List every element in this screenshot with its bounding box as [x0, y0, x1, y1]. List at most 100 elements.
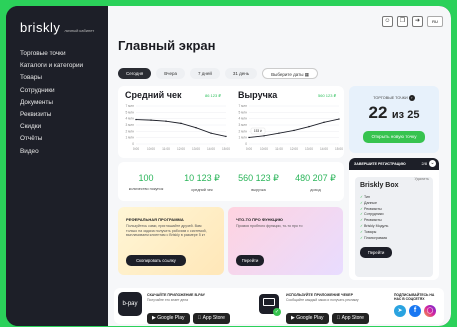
checker-text: Сообщайте каждый заказ и получать реклам… — [286, 298, 359, 302]
data-point — [248, 136, 250, 139]
sidebar-item-reports[interactable]: Отчёты — [20, 133, 83, 145]
x-tick-label: 11:00 — [275, 147, 283, 151]
sidebar: briskly личный кабинет Торговые точки Ка… — [6, 6, 108, 326]
data-point — [210, 132, 212, 134]
calendar-icon: ▦ — [304, 72, 309, 77]
data-point — [293, 129, 295, 132]
y-tick-label: 1 млн — [126, 136, 135, 140]
points-label-text: ТОРГОВЫЕ ТОЧКИ — [373, 96, 408, 100]
registration-card: ЗАВЕРШИТЕ РЕГИСТРАЦИЮ 2/8 ⌄ Briskly Box … — [349, 158, 439, 280]
stat-revenue-value: 560 123 ₽ — [238, 173, 279, 183]
logout-icon[interactable]: ➜ — [412, 16, 423, 27]
checker-apple-label: App Store — [336, 315, 364, 321]
registration-label: ЗАВЕРШИТЕ РЕГИСТРАЦИЮ — [354, 162, 406, 166]
points-counter: 22 из 25 — [349, 103, 439, 123]
revenue-title: Выручка — [238, 90, 278, 100]
y-tick-label: 0 — [245, 142, 247, 146]
y-tick-label: 5 млн — [126, 110, 135, 114]
referral-title: РЕФЕРАЛЬНАЯ ПРОГРАММА — [126, 217, 184, 222]
stat-avg-check: 10 123 ₽ средний чек — [174, 162, 230, 201]
stat-revenue-label: выручка — [251, 188, 266, 192]
checker-icon — [263, 298, 275, 306]
instagram-icon[interactable]: ◯ — [424, 305, 436, 317]
stat-avg-check-value: 10 123 ₽ — [184, 173, 220, 183]
check-icon: ✓ — [273, 308, 281, 316]
bpay-title: СКАЧАЙТЕ ПРИЛОЖЕНИЕ B-PAY — [147, 293, 206, 297]
chevron-down-icon[interactable]: ⌄ — [429, 160, 436, 167]
avg-check-chart: 7 млн 5 млн 4 млн 3 млн 2 млн 1 млн 00:00 10:00… — [126, 104, 230, 151]
x-tick-label: 0:00 — [246, 147, 252, 151]
filter-yesterday[interactable]: Вчера — [156, 68, 185, 79]
stat-income-value: 480 207 ₽ — [295, 173, 336, 183]
filter-31-days[interactable]: 31 день — [224, 68, 258, 79]
checker-logo: ✓ — [259, 294, 281, 316]
registration-go-button[interactable]: Перейти — [360, 247, 392, 258]
copy-link-button[interactable]: Скопировать ссылку — [126, 255, 186, 266]
series-line — [135, 119, 227, 137]
registration-delete[interactable]: Удалить — [415, 177, 430, 181]
apple-icon:  — [198, 315, 202, 321]
x-tick-label: 14:00 — [207, 147, 215, 151]
y-tick-label: 7 млн — [239, 104, 248, 108]
filter-date-picker[interactable]: Выберите даты ▦ — [262, 68, 318, 79]
sidebar-item-requisites[interactable]: Реквизиты — [20, 109, 83, 121]
open-point-button[interactable]: Открыть новую точку — [363, 131, 425, 143]
avg-check-title: Средний чек — [125, 90, 182, 100]
page-title: Главный экран — [118, 38, 216, 53]
telegram-icon[interactable]: ➤ — [394, 305, 406, 317]
checker-google-play[interactable]: ▶ Google Play — [286, 313, 329, 324]
language-selector[interactable]: RU — [427, 16, 443, 27]
brand-logo[interactable]: briskly личный кабинет — [20, 20, 94, 35]
bpay-app-store[interactable]:  App Store — [192, 313, 230, 324]
data-point — [180, 122, 182, 125]
avg-check-change: 86 123 ₽ — [205, 93, 221, 98]
data-point — [338, 118, 340, 120]
sidebar-item-video[interactable]: Видео — [20, 146, 83, 158]
y-tick-label: 0 — [132, 142, 134, 146]
google-play-icon: ▶ — [291, 315, 295, 321]
bpay-apple-label: App Store — [197, 315, 225, 321]
x-tick-label: 15:00 — [222, 147, 230, 151]
apps-bar: b-pay СКАЧАЙТЕ ПРИЛОЖЕНИЕ B-PAY Получайт… — [114, 288, 444, 324]
sidebar-item-points[interactable]: Торговые точки — [20, 48, 83, 60]
y-tick-label: 2 млн — [239, 129, 248, 133]
filter-today[interactable]: Сегодня — [118, 68, 152, 79]
social-links: ➤ f ◯ — [394, 305, 436, 317]
sidebar-item-products[interactable]: Товары — [20, 72, 83, 84]
data-point — [225, 135, 227, 138]
sidebar-item-documents[interactable]: Документы — [20, 97, 83, 109]
data-point — [195, 127, 197, 129]
stat-avg-check-label: средний чек — [191, 188, 213, 192]
stat-purchases-label: количество покупок — [128, 187, 164, 191]
sidebar-item-discounts[interactable]: Скидки — [20, 121, 83, 133]
revenue-change: 560 123 ₽ — [318, 93, 337, 98]
bpay-logo: b-pay — [118, 292, 142, 316]
data-point — [165, 120, 167, 122]
copy-icon[interactable]: ❐ — [397, 16, 408, 27]
bpay-google-label: Google Play — [157, 315, 185, 321]
user-icon[interactable]: ☺ — [382, 16, 393, 27]
facebook-icon[interactable]: f — [409, 305, 421, 317]
registration-steps: ✓ Тип ✓ Данные ✓ Реквизиты ✓ Сотрудники ✓ Ре… — [360, 195, 388, 241]
x-tick-label: 12:00 — [290, 147, 298, 151]
registration-step-label: Товары — [364, 229, 377, 234]
x-tick-label: 11:00 — [162, 147, 170, 151]
feature-card: ЧТО-ТО ПРО ФУНКЦИЮ Промоя пробного функц… — [228, 207, 343, 275]
stat-revenue: 560 123 ₽ выручка — [230, 162, 287, 201]
points-count: 22 — [368, 103, 388, 122]
sidebar-item-staff[interactable]: Сотрудники — [20, 85, 83, 97]
feature-go-button[interactable]: Перейти — [236, 255, 264, 266]
y-tick-label: 3 млн — [126, 123, 135, 127]
registration-step-label: Реквизиты — [364, 206, 382, 211]
social-title: ПОДПИСЫВАЙТЕСЬ НА НАС В СОЦСЕТЯХ — [394, 293, 435, 302]
arrow-right-icon[interactable]: › — [408, 95, 415, 101]
bpay-google-play[interactable]: ▶ Google Play — [147, 313, 190, 324]
registration-progress: 2/8 — [421, 161, 427, 166]
checker-app-store[interactable]:  App Store — [331, 313, 369, 324]
y-tick-label: 4 млн — [126, 117, 135, 121]
bpay-stores: ▶ Google Play App Store — [147, 306, 233, 324]
filter-7-days[interactable]: 7 дней — [189, 68, 220, 79]
sidebar-item-catalogs[interactable]: Каталоги и категории — [20, 60, 83, 72]
data-point — [308, 125, 310, 128]
data-point — [135, 118, 137, 121]
